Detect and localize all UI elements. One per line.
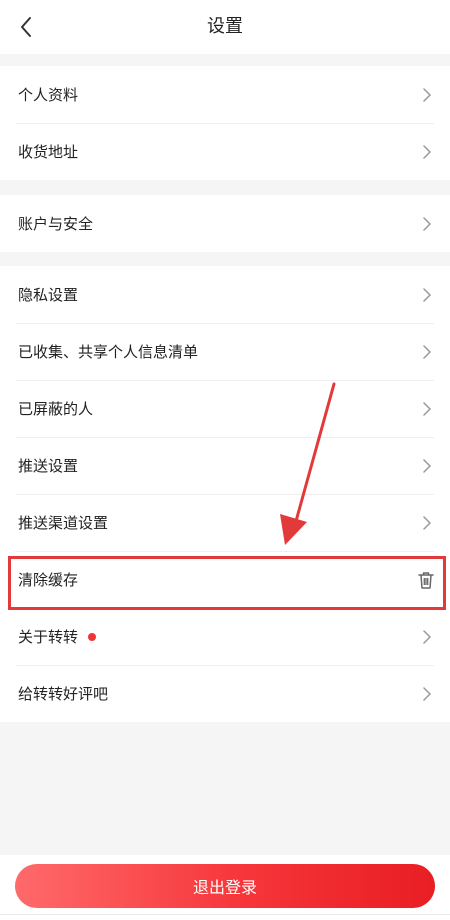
settings-group-account: 账户与安全	[0, 195, 450, 252]
settings-item-label: 已屏蔽的人	[18, 400, 94, 418]
settings-item-label: 关于转转	[18, 628, 79, 646]
settings-item-label: 推送渠道设置	[18, 514, 109, 532]
settings-item-label: 隐私设置	[18, 286, 79, 304]
settings-item-blocked-users[interactable]: 已屏蔽的人	[0, 380, 450, 437]
chevron-right-icon	[423, 401, 431, 416]
chevron-right-icon	[423, 144, 431, 159]
settings-item-label: 收货地址	[18, 143, 79, 161]
settings-item-label: 账户与安全	[18, 215, 94, 233]
settings-group-profile: 个人资料 收货地址	[0, 66, 450, 180]
settings-item-address[interactable]: 收货地址	[0, 123, 450, 180]
settings-item-personal-info[interactable]: 个人资料	[0, 66, 450, 123]
settings-item-push-channel[interactable]: 推送渠道设置	[0, 494, 450, 551]
logout-button[interactable]: 退出登录	[15, 864, 435, 908]
notification-dot	[88, 632, 96, 641]
settings-item-rate-app[interactable]: 给转转好评吧	[0, 665, 450, 722]
top-bar: 设置	[0, 0, 450, 54]
settings-item-account-security[interactable]: 账户与安全	[0, 195, 450, 252]
settings-item-about[interactable]: 关于转转	[0, 608, 450, 665]
settings-item-info-list[interactable]: 已收集、共享个人信息清单	[0, 323, 450, 380]
chevron-right-icon	[423, 344, 431, 359]
chevron-right-icon	[423, 515, 431, 530]
chevron-right-icon	[423, 686, 431, 701]
settings-item-privacy[interactable]: 隐私设置	[0, 266, 450, 323]
chevron-right-icon	[423, 629, 431, 644]
settings-item-label: 已收集、共享个人信息清单	[18, 343, 199, 361]
settings-item-label: 推送设置	[18, 457, 79, 475]
trash-icon[interactable]	[416, 570, 436, 590]
settings-group-general: 隐私设置 已收集、共享个人信息清单 已屏蔽的人 推送设置 推送渠道设置 清除缓存	[0, 266, 450, 722]
divider	[0, 914, 450, 915]
chevron-right-icon	[423, 216, 431, 231]
settings-item-label: 个人资料	[18, 86, 79, 104]
page-title: 设置	[207, 16, 243, 37]
chevron-right-icon	[423, 87, 431, 102]
chevron-right-icon	[423, 287, 431, 302]
settings-item-label: 给转转好评吧	[18, 685, 109, 703]
settings-item-label: 清除缓存	[18, 571, 79, 589]
chevron-right-icon	[423, 458, 431, 473]
settings-item-clear-cache[interactable]: 清除缓存	[0, 551, 450, 608]
settings-item-push[interactable]: 推送设置	[0, 437, 450, 494]
